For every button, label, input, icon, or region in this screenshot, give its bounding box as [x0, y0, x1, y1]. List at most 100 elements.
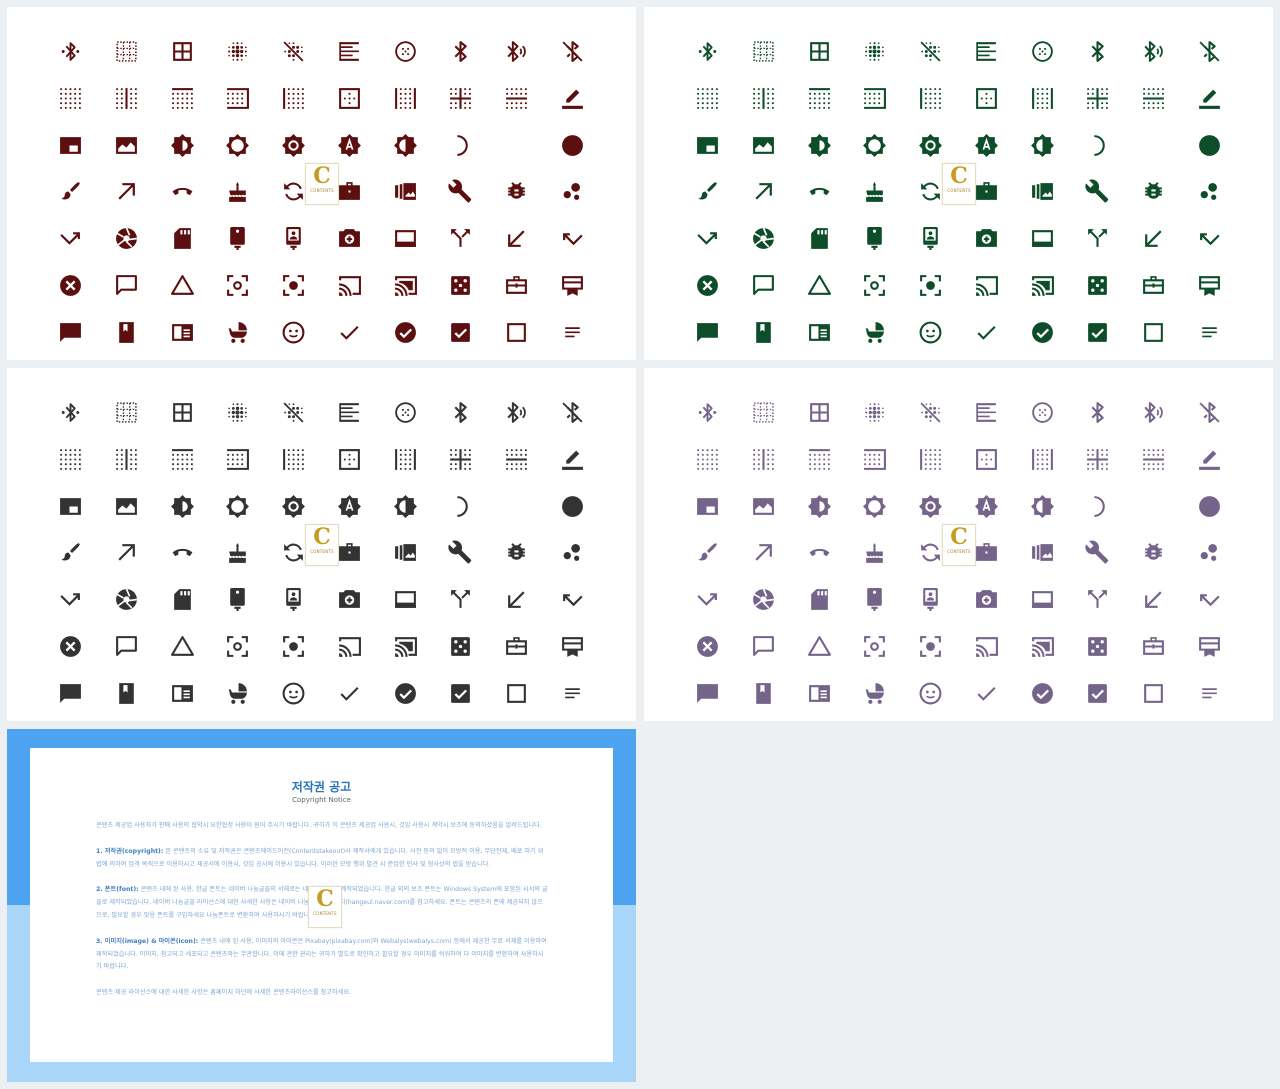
icon-cell — [680, 389, 736, 436]
camera-aperture-icon — [751, 226, 776, 251]
check-icon — [974, 320, 999, 345]
moon-crescent-icon — [1141, 133, 1166, 158]
brightness-outline-icon — [862, 133, 887, 158]
border-right-icon — [862, 447, 887, 472]
chat-bubble-outline-icon — [751, 273, 776, 298]
blur-off-icon — [918, 400, 943, 425]
icon-sheet-panel-purple: C CONTENTS — [644, 368, 1273, 721]
border-inner-icon — [337, 447, 362, 472]
icon-cell — [1126, 309, 1182, 356]
icon-cell — [210, 122, 266, 169]
contents-logo-watermark: C CONTENTS — [308, 886, 342, 928]
icon-cell — [959, 262, 1015, 309]
icon-cell — [1014, 483, 1070, 530]
icon-cell — [847, 389, 903, 436]
icon-cell — [680, 75, 736, 122]
icon-cell — [1181, 169, 1237, 216]
icon-cell — [377, 28, 433, 75]
icon-cell — [1070, 623, 1126, 670]
blur-on-icon — [862, 400, 887, 425]
icon-cell — [489, 28, 545, 75]
icon-cell — [1014, 215, 1070, 262]
class-icon — [114, 681, 139, 706]
icon-cell — [377, 530, 433, 577]
border-horizontal-icon — [1141, 447, 1166, 472]
call-made-icon — [114, 540, 139, 565]
call-split-icon — [1085, 587, 1110, 612]
brightness-full-icon — [281, 494, 306, 519]
phone-camera-back-icon — [225, 226, 250, 251]
bluetooth-connected-icon — [695, 39, 720, 64]
icon-cell — [680, 436, 736, 483]
check-box-icon — [1085, 320, 1110, 345]
cake-icon — [862, 179, 887, 204]
add-a-photo-icon — [974, 587, 999, 612]
icon-cell — [377, 122, 433, 169]
icon-cell — [959, 309, 1015, 356]
icon-cell — [1181, 122, 1237, 169]
border-all-icon — [807, 39, 832, 64]
icon-cell — [154, 576, 210, 623]
cast-icon — [974, 273, 999, 298]
moon-crescent-icon — [1141, 494, 1166, 519]
chat-bubble-outline-icon — [114, 634, 139, 659]
format-align-justify-icon — [337, 400, 362, 425]
chat-bubble-outline-icon — [114, 273, 139, 298]
icon-cell — [1070, 122, 1126, 169]
business-center-icon — [504, 273, 529, 298]
center-focus-weak-icon — [225, 634, 250, 659]
business-center-icon — [1141, 634, 1166, 659]
icon-cell — [736, 262, 792, 309]
icon-cell — [99, 122, 155, 169]
icon-cell — [791, 670, 847, 717]
call-made-icon — [751, 179, 776, 204]
border-inner-icon — [974, 447, 999, 472]
call-missed-outgoing-icon — [58, 226, 83, 251]
notice-paper: 저작권 공고 Copyright Notice 콘텐츠 제공업 사용자가 판매 … — [30, 748, 613, 1062]
border-bottom-icon — [1030, 86, 1055, 111]
border-inner-icon — [337, 86, 362, 111]
icon-cell — [377, 75, 433, 122]
border-clear-icon — [58, 447, 83, 472]
icon-cell — [43, 530, 99, 577]
brightness-half-icon — [807, 494, 832, 519]
icon-cell — [489, 262, 545, 309]
border-all-icon — [170, 39, 195, 64]
icon-cell — [1014, 389, 1070, 436]
icon-cell — [489, 122, 545, 169]
icon-cell — [433, 122, 489, 169]
casino-icon — [1085, 634, 1110, 659]
bluetooth-connected-icon — [58, 400, 83, 425]
border-vertical-icon — [751, 447, 776, 472]
icon-cell — [1014, 122, 1070, 169]
icon-cell — [903, 215, 959, 262]
bluetooth-disabled-icon — [560, 400, 585, 425]
icon-cell — [99, 309, 155, 356]
icon-cell — [680, 262, 736, 309]
bluetooth-icon — [1085, 39, 1110, 64]
picture-in-picture-icon — [58, 494, 83, 519]
camera-aperture-icon — [751, 587, 776, 612]
chrome-reader-mode-icon — [807, 320, 832, 345]
icon-cell — [210, 262, 266, 309]
icon-cell — [154, 122, 210, 169]
picture-in-picture-icon — [695, 494, 720, 519]
icon-cell — [736, 623, 792, 670]
change-history-icon — [170, 634, 195, 659]
icon-cell — [99, 262, 155, 309]
call-end-icon — [807, 540, 832, 565]
icon-cell — [791, 530, 847, 577]
icon-sheet-panel-maroon: C CONTENTS — [7, 7, 636, 360]
phone-camera-back-icon — [862, 226, 887, 251]
sync-icon — [918, 179, 943, 204]
icon-cell — [99, 530, 155, 577]
child-care-icon — [918, 681, 943, 706]
child-friendly-icon — [862, 320, 887, 345]
icon-cell — [266, 576, 322, 623]
icon-cell — [322, 122, 378, 169]
icon-cell — [322, 436, 378, 483]
icon-cell — [847, 262, 903, 309]
icon-cell — [377, 623, 433, 670]
call-missed-icon — [1197, 587, 1222, 612]
icon-cell — [43, 670, 99, 717]
